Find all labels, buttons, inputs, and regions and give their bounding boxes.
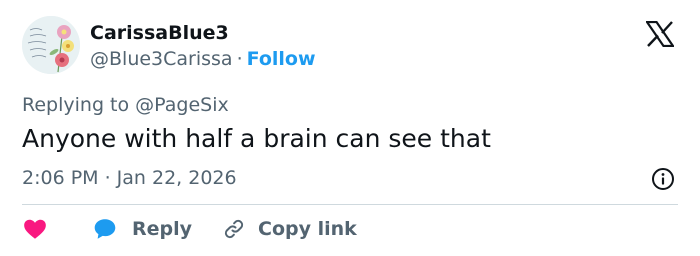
reply-bubble-icon xyxy=(94,219,116,239)
avatar[interactable] xyxy=(22,16,80,74)
copy-link-button[interactable]: Copy link xyxy=(222,217,357,241)
divider xyxy=(22,204,678,205)
reply-label: Reply xyxy=(132,218,193,240)
x-logo-icon[interactable] xyxy=(644,20,676,48)
replying-to-mention[interactable]: @PageSix xyxy=(135,94,229,116)
copy-link-label: Copy link xyxy=(258,218,357,240)
heart-icon xyxy=(24,219,46,239)
link-icon xyxy=(224,219,244,239)
replying-to: Replying to @PageSix xyxy=(22,94,229,116)
author-handle-row: @Blue3Carissa · Follow xyxy=(90,48,316,70)
tweet-timestamp[interactable]: 2:06 PM · Jan 22, 2026 xyxy=(22,167,237,189)
replying-to-prefix: Replying to xyxy=(22,94,136,116)
tweet-text: Anyone with half a brain can see that xyxy=(22,124,491,153)
info-icon[interactable] xyxy=(651,167,675,191)
author-display-name[interactable]: CarissaBlue3 xyxy=(90,22,229,44)
separator-dot: · xyxy=(236,48,243,70)
like-button[interactable] xyxy=(22,216,48,242)
action-bar: Reply Copy link xyxy=(22,214,357,244)
avatar-image xyxy=(22,16,80,74)
author-handle[interactable]: @Blue3Carissa xyxy=(90,48,233,70)
reply-button[interactable]: Reply xyxy=(92,216,192,242)
follow-button[interactable]: Follow xyxy=(247,48,316,70)
